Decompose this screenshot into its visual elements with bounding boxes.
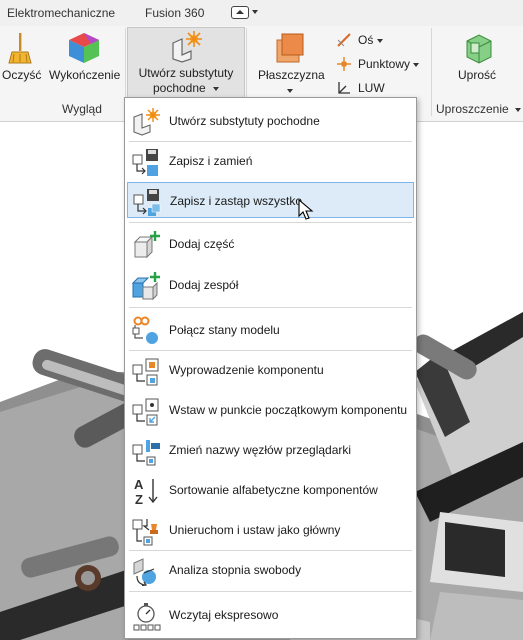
- derived-substitute-dropdown-menu: Utwórz substytuty pochodne Zapisz i zami…: [124, 97, 417, 639]
- ribbon-toggle-button[interactable]: [231, 6, 261, 20]
- derived-substitute-icon: [172, 31, 202, 63]
- menu-item-merge-model-states[interactable]: Połącz stany modelu: [127, 312, 414, 348]
- tab-fusion-360[interactable]: Fusion 360: [145, 6, 204, 20]
- menu-item-insert-at-origin[interactable]: Wstaw w punkcie początkowym komponentu: [127, 392, 414, 428]
- tab-electromechanical[interactable]: Elektromechaniczne: [7, 6, 115, 20]
- menu-separator: [129, 550, 412, 551]
- ucs-label: LUW: [358, 81, 385, 95]
- work-plane-button[interactable]: Płaszczyzna: [250, 28, 330, 98]
- svg-text:A: A: [134, 477, 144, 492]
- ribbon-separator: [431, 28, 432, 116]
- simplify-button[interactable]: Uprość: [440, 28, 516, 98]
- work-axis-icon: [337, 33, 351, 47]
- menu-item-label: Analiza stopnia swobody: [169, 563, 302, 577]
- add-assembly-icon: [131, 272, 160, 301]
- menu-item-label: Dodaj część: [169, 237, 235, 251]
- simplify-icon: [466, 34, 492, 64]
- merge-model-states-icon: [132, 316, 158, 344]
- ucs-icon: [338, 82, 350, 94]
- menu-item-label: Unieruchom i ustaw jako główny: [169, 523, 341, 537]
- clean-label: Oczyść: [2, 68, 42, 82]
- menu-item-save-replace-all[interactable]: Zapisz i zastąp wszystko: [127, 182, 414, 218]
- menu-item-label: Zmień nazwy węzłów przeglądarki: [169, 443, 352, 457]
- appearance-group-label: Wygląd: [62, 102, 102, 116]
- clean-button[interactable]: Oczyść: [0, 28, 42, 98]
- work-point-button[interactable]: Punktowy: [336, 54, 431, 74]
- ucs-button[interactable]: LUW: [336, 78, 396, 98]
- express-load-icon: [133, 603, 161, 631]
- derived-label-line2-wrap: pochodne: [136, 81, 236, 96]
- derived-label-line2: pochodne: [152, 81, 206, 95]
- add-part-icon: [133, 231, 160, 259]
- menu-item-label: Wczytaj ekspresowo: [169, 608, 279, 622]
- dof-analysis-icon: [133, 558, 156, 586]
- plane-label: Płaszczyzna: [258, 68, 325, 82]
- menu-item-label: Wstaw w punkcie początkowym komponentu: [169, 403, 408, 417]
- menu-item-label: Sortowanie alfabetyczne komponentów: [169, 483, 378, 497]
- menu-separator: [129, 222, 412, 223]
- point-label-text: Punktowy: [358, 57, 411, 71]
- menu-item-create-derived-substitute[interactable]: Utwórz substytuty pochodne: [127, 103, 414, 139]
- menu-separator: [129, 350, 412, 351]
- insert-origin-icon: [132, 398, 159, 426]
- sort-az-icon: A Z: [134, 477, 158, 506]
- broom-icon: [8, 33, 32, 64]
- axis-label: Oś: [358, 33, 383, 47]
- chevron-down-icon: [252, 10, 258, 14]
- finish-label: Wykończenie: [49, 68, 121, 82]
- menu-item-label: Zapisz i zamień: [169, 154, 253, 168]
- rename-nodes-icon: [132, 440, 160, 466]
- chevron-down-icon: [376, 38, 383, 43]
- menu-item-ground-and-root[interactable]: Unieruchom i ustaw jako główny: [127, 512, 414, 548]
- chevron-down-icon: [287, 89, 293, 93]
- menu-item-add-assembly[interactable]: Dodaj zespół: [127, 267, 414, 303]
- simplify-group-text: Uproszczenie: [436, 102, 509, 116]
- menu-item-label: Wyprowadzenie komponentu: [169, 363, 324, 377]
- menu-separator: [129, 591, 412, 592]
- simplify-label: Uprość: [458, 68, 497, 82]
- simplification-group-label[interactable]: Uproszczenie: [436, 102, 522, 116]
- menu-item-add-part[interactable]: Dodaj część: [127, 226, 414, 262]
- save-replace-all-icon: [133, 189, 161, 216]
- point-label: Punktowy: [358, 57, 420, 71]
- menu-item-express-load[interactable]: Wczytaj ekspresowo: [127, 597, 414, 633]
- ground-root-icon: [132, 519, 158, 546]
- menu-item-sort-alphabetically[interactable]: A Z Sortowanie alfabetyczne komponentów: [127, 472, 414, 508]
- finish-button[interactable]: Wykończenie: [44, 28, 124, 98]
- work-plane-icon: [276, 33, 304, 63]
- work-point-icon: [337, 57, 351, 71]
- menu-separator: [129, 141, 412, 142]
- ribbon-toggle-icon: [231, 6, 249, 19]
- derived-label-line1: Utwórz substytuty: [138, 66, 234, 80]
- chevron-down-icon: [515, 107, 522, 112]
- mouse-cursor-icon: [298, 199, 314, 220]
- create-derived-substitute-button[interactable]: Utwórz substytuty pochodne: [127, 27, 245, 98]
- menu-item-component-derive[interactable]: Wyprowadzenie komponentu: [127, 352, 414, 388]
- axis-label-text: Oś: [358, 33, 374, 47]
- chevron-down-icon: [413, 62, 420, 67]
- menu-item-label: Zapisz i zastąp wszystko: [170, 194, 303, 208]
- menu-item-label: Połącz stany modelu: [169, 323, 280, 337]
- menu-item-dof-analysis[interactable]: Analiza stopnia swobody: [127, 552, 414, 588]
- ribbon-tab-strip: Elektromechaniczne Fusion 360: [0, 0, 523, 27]
- work-axis-button[interactable]: Oś: [336, 30, 396, 50]
- menu-item-save-replace[interactable]: Zapisz i zamień: [127, 143, 414, 179]
- menu-item-label: Utwórz substytuty pochodne: [169, 114, 320, 128]
- derived-substitute-icon: [133, 108, 160, 136]
- chevron-down-icon: [213, 86, 220, 91]
- menu-item-label: Dodaj zespół: [169, 278, 239, 292]
- component-derive-icon: [132, 358, 159, 386]
- color-cube-icon: [69, 33, 99, 63]
- menu-item-rename-browser-nodes[interactable]: Zmień nazwy węzłów przeglądarki: [127, 432, 414, 468]
- svg-text:Z: Z: [135, 492, 143, 506]
- save-replace-icon: [132, 149, 158, 176]
- menu-separator: [129, 307, 412, 308]
